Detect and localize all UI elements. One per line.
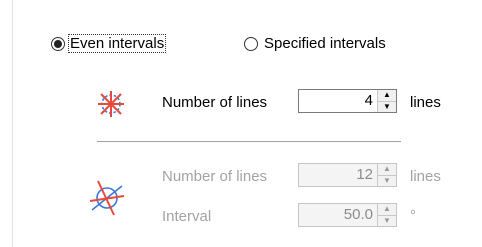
- interval-spinbox[interactable]: 50.0 ▲ ▼: [298, 203, 397, 227]
- even-lines-up-button[interactable]: ▲: [378, 90, 396, 101]
- specified-number-of-lines-spinbox[interactable]: 12 ▲ ▼: [298, 163, 397, 187]
- even-intervals-label: Even intervals: [67, 34, 167, 53]
- specified-intervals-radio[interactable]: Specified intervals: [244, 35, 386, 52]
- interval-label: Interval: [162, 208, 212, 225]
- specified-lines-down-button[interactable]: ▼: [378, 174, 396, 186]
- radio-indicator: [51, 36, 65, 51]
- specified-lines-up-button[interactable]: ▲: [378, 164, 396, 175]
- radio-indicator: [244, 36, 258, 51]
- specified-number-of-lines-value[interactable]: 12: [299, 164, 377, 186]
- interval-down-button[interactable]: ▼: [378, 214, 396, 226]
- specified-division-icon: [89, 180, 125, 216]
- even-number-of-lines-value[interactable]: 4: [299, 90, 377, 112]
- even-division-icon: [98, 91, 124, 117]
- even-lines-unit-label: lines: [410, 94, 441, 111]
- even-number-of-lines-spinbox[interactable]: 4 ▲ ▼: [298, 89, 397, 113]
- interval-up-button[interactable]: ▲: [378, 204, 396, 215]
- even-intervals-radio[interactable]: Even intervals: [51, 34, 167, 53]
- specified-number-of-lines-label: Number of lines: [162, 168, 268, 185]
- specified-intervals-label: Specified intervals: [264, 35, 386, 52]
- specified-lines-unit-label: lines: [410, 168, 441, 185]
- even-number-of-lines-label: Number of lines: [162, 94, 268, 111]
- even-lines-down-button[interactable]: ▼: [378, 100, 396, 112]
- interval-value[interactable]: 50.0: [299, 204, 377, 226]
- interval-unit-label: °: [410, 207, 416, 224]
- panel-left-border: [12, 0, 13, 247]
- section-divider: [97, 141, 401, 142]
